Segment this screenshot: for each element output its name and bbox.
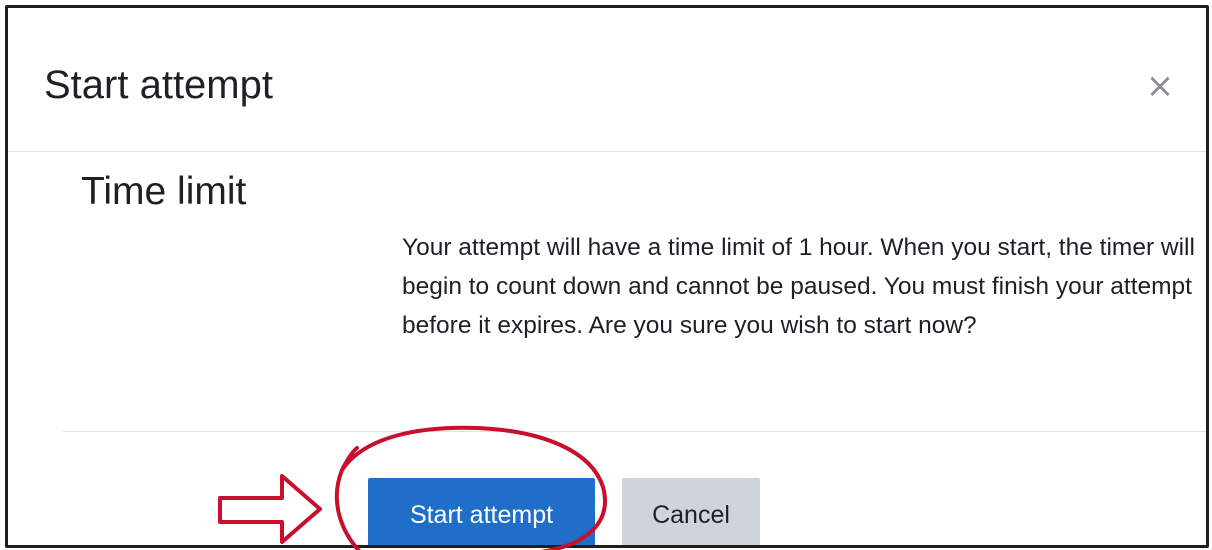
dialog-header: Start attempt × — [8, 8, 1206, 152]
start-attempt-dialog: Start attempt × Time limit Your attempt … — [5, 5, 1209, 548]
close-icon[interactable]: × — [1142, 68, 1178, 104]
cancel-button[interactable]: Cancel — [622, 478, 760, 545]
start-attempt-button[interactable]: Start attempt — [368, 478, 595, 545]
section-title: Time limit — [81, 170, 247, 213]
footer-divider — [63, 431, 1206, 432]
time-limit-message: Your attempt will have a time limit of 1… — [402, 234, 1195, 339]
dialog-title: Start attempt — [44, 63, 273, 107]
